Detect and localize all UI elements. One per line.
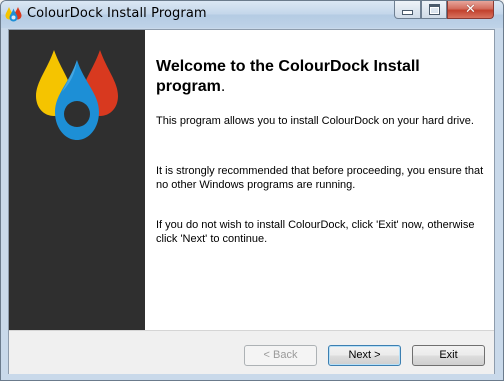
next-button[interactable]: Next >	[328, 345, 401, 366]
installer-sidebar	[9, 30, 145, 330]
maximize-button[interactable]	[421, 1, 447, 19]
minimize-button[interactable]	[394, 1, 421, 19]
close-icon: ✕	[465, 2, 476, 17]
window-title: ColourDock Install Program	[27, 6, 207, 21]
page-title: Welcome to the ColourDock Install progra…	[156, 57, 486, 97]
button-bar: < Back Next > Exit	[9, 330, 494, 374]
minimize-icon	[402, 10, 413, 15]
instruction-text: If you do not wish to install ColourDock…	[156, 219, 475, 245]
colourdock-drops-icon[interactable]	[5, 5, 22, 22]
colourdock-drops-logo	[36, 50, 118, 140]
page-title-text: Welcome to the ColourDock Install progra…	[156, 58, 420, 95]
title-bar[interactable]: ColourDock Install Program ✕	[1, 1, 503, 28]
page-title-period: .	[220, 78, 226, 95]
welcome-panel: Welcome to the ColourDock Install progra…	[145, 30, 494, 330]
recommendation-text: It is strongly recommended that before p…	[156, 165, 484, 191]
exit-button[interactable]: Exit	[412, 345, 485, 366]
maximize-icon	[428, 4, 440, 15]
back-button[interactable]: < Back	[244, 345, 317, 366]
installer-window: ColourDock Install Program ✕ Welcome to …	[0, 0, 504, 381]
installer-client-area: Welcome to the ColourDock Install progra…	[8, 29, 495, 374]
intro-text: This program allows you to install Colou…	[156, 115, 474, 127]
close-button[interactable]: ✕	[447, 1, 494, 19]
